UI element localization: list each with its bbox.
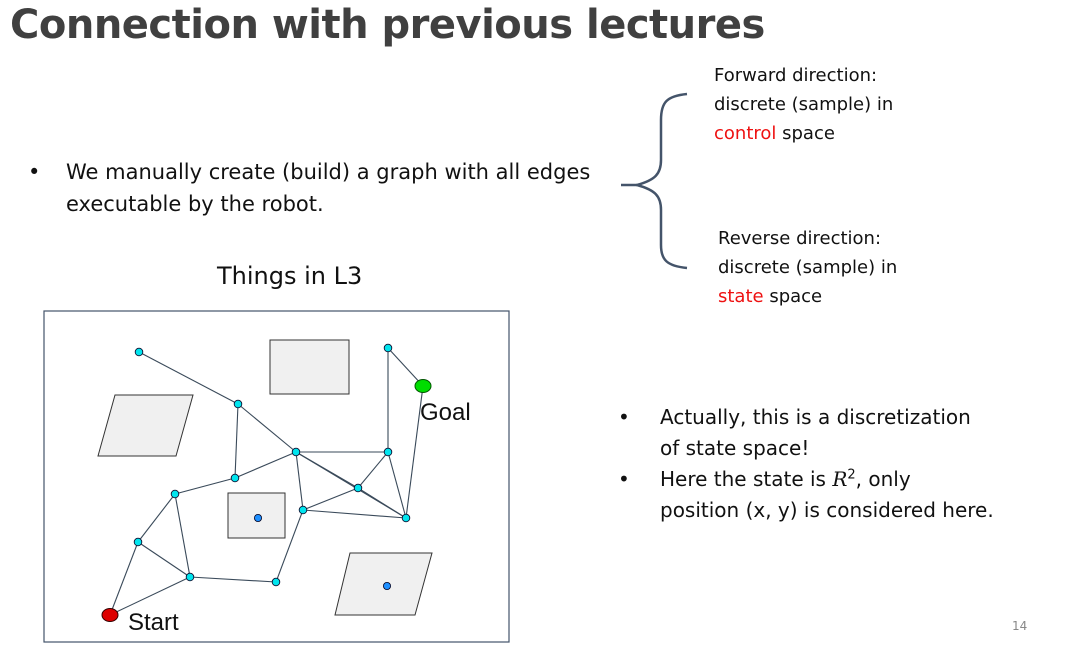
graph-node (170, 489, 180, 499)
graph-node (353, 483, 363, 493)
goal-node (414, 379, 432, 393)
obstacle-point-right (382, 582, 391, 591)
graph-node (291, 447, 301, 457)
right-bullet-2-line-1: Here the state is R2, only (660, 464, 1038, 495)
start-node (101, 608, 119, 622)
roadmap-diagram: Goal Start (43, 310, 510, 643)
obstacle-point-center (253, 514, 262, 523)
obstacle-parallelogram-right (334, 552, 433, 616)
graph-node (134, 347, 144, 357)
obstacle-parallelogram-left (97, 394, 194, 457)
graph-node (401, 513, 411, 523)
graph-node (383, 343, 393, 353)
right-bullet-1-line-2: of state space! (660, 436, 810, 460)
state-text-pre: Here the state is (660, 467, 833, 491)
right-bullet-2-line-2: position (x, y) is considered here. (660, 498, 994, 522)
graph-node (271, 577, 281, 587)
math-r: R (832, 467, 848, 491)
start-label: Start (128, 609, 179, 636)
right-bullets: • Actually, this is a discretization of … (618, 402, 1038, 526)
graph-node (233, 399, 243, 409)
graph-node (230, 473, 240, 483)
right-bullet-2: • Here the state is R2, only position (x… (618, 464, 1038, 526)
bullet-marker: • (618, 467, 630, 491)
graph-node (133, 537, 143, 547)
obstacle-rect-top (269, 339, 350, 395)
graph-node (383, 447, 393, 457)
state-text-post: , only (855, 467, 911, 491)
goal-label: Goal (420, 399, 471, 426)
right-bullet-1-line-1: Actually, this is a discretization (660, 405, 971, 429)
bullet-marker: • (618, 405, 630, 429)
graph-node (298, 505, 308, 515)
math-exponent: 2 (847, 467, 856, 483)
page-number: 14 (1012, 619, 1028, 633)
graph-node (185, 572, 195, 582)
right-bullet-1: • Actually, this is a discretization of … (618, 402, 1038, 464)
